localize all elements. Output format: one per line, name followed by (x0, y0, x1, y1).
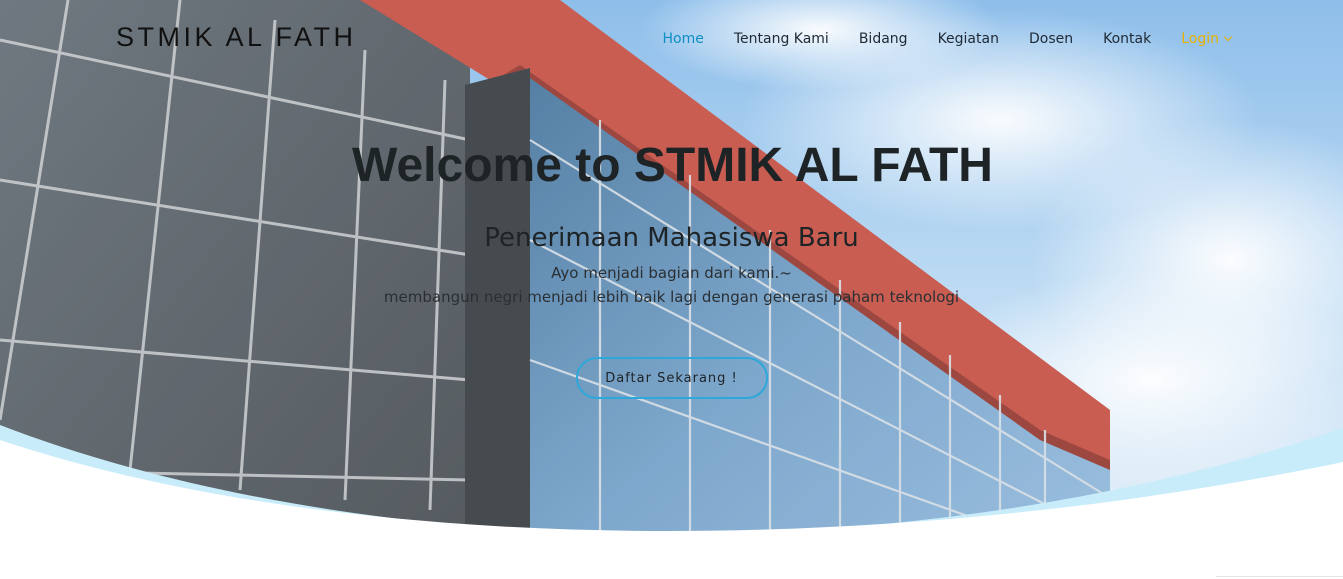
nav-item-home: Home (663, 30, 704, 48)
divider (1216, 576, 1343, 577)
hero-content: Welcome to STMIK AL FATH Penerimaan Maha… (0, 138, 1343, 399)
site-logo[interactable]: STMIK AL FATH (116, 22, 357, 53)
register-now-button[interactable]: Daftar Sekarang ! (575, 357, 768, 399)
nav-item-bidang: Bidang (859, 30, 908, 48)
nav-item-login: Login (1181, 30, 1233, 48)
hero-tagline-2: membangun negri menjadi lebih baik lagi … (383, 288, 960, 306)
site-header: STMIK AL FATH Home Tentang Kami Bidang K… (0, 0, 1343, 78)
hero-tagline-1: Ayo menjadi bagian dari kami.~ (551, 264, 792, 282)
nav-item-tentang-kami: Tentang Kami (734, 30, 829, 48)
chevron-down-icon (1223, 32, 1233, 42)
hero-subtitle: Penerimaan Mahasiswa Baru (484, 223, 859, 253)
login-dropdown[interactable]: Login (1181, 31, 1233, 47)
nav-item-kontak: Kontak (1103, 30, 1151, 48)
main-nav: Home Tentang Kami Bidang Kegiatan Dosen … (663, 30, 1233, 48)
nav-item-kegiatan: Kegiatan (938, 30, 999, 48)
nav-link-bidang[interactable]: Bidang (859, 31, 908, 47)
nav-link-kegiatan[interactable]: Kegiatan (938, 31, 999, 47)
nav-link-home[interactable]: Home (663, 31, 704, 47)
login-label: Login (1181, 31, 1219, 47)
nav-item-dosen: Dosen (1029, 30, 1073, 48)
hero-title: Welcome to STMIK AL FATH (352, 139, 993, 192)
nav-link-dosen[interactable]: Dosen (1029, 31, 1073, 47)
nav-link-tentang-kami[interactable]: Tentang Kami (734, 31, 829, 47)
nav-link-kontak[interactable]: Kontak (1103, 31, 1151, 47)
